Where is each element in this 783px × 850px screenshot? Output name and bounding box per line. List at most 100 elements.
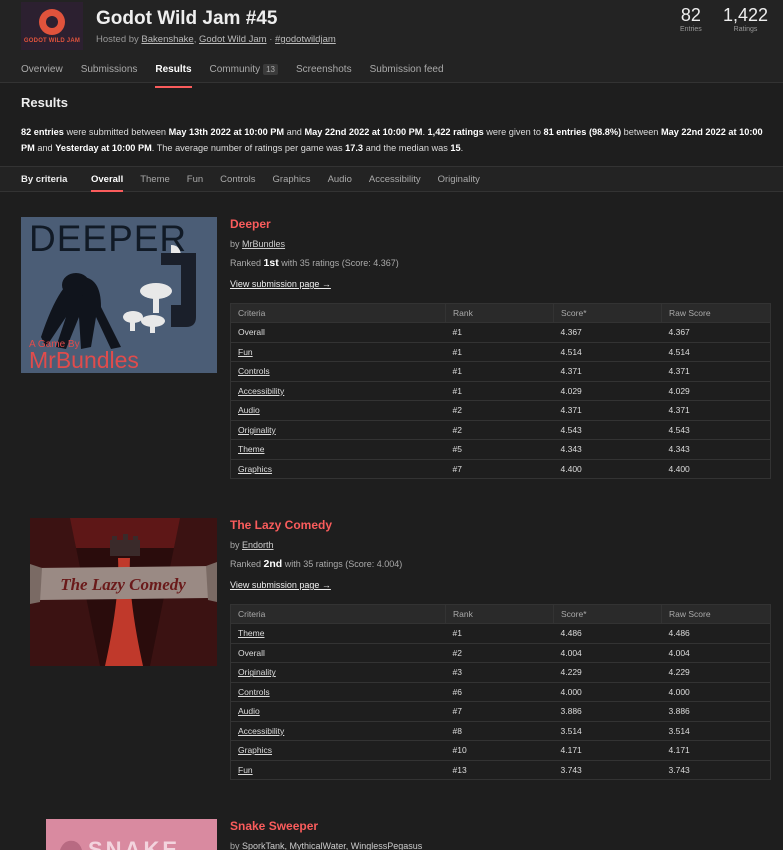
- entries-stat: 82 Entries: [680, 5, 702, 33]
- criteria-tab-audio[interactable]: Audio: [328, 174, 352, 185]
- jam-header: GODOT WILD JAM Godot Wild Jam #45 Hosted…: [0, 0, 783, 88]
- game-thumbnail[interactable]: The Lazy Comedy: [30, 518, 217, 666]
- author-link[interactable]: SporkTank, MythicalWater, WinglessPegasu…: [242, 841, 422, 850]
- criteria-link[interactable]: Audio: [230, 701, 446, 722]
- tab-overview[interactable]: Overview: [21, 64, 63, 82]
- game-title-link[interactable]: Snake Sweeper: [230, 819, 318, 833]
- thumb-title-text: The Lazy Comedy: [60, 575, 186, 594]
- results-summary: 82 entries were submitted between May 13…: [21, 124, 766, 156]
- criteria-link[interactable]: Graphics: [230, 458, 446, 479]
- score-cell: 4.171: [553, 740, 662, 761]
- criteria-link[interactable]: Theme: [230, 439, 446, 460]
- table-row: Accessibility #1 4.029 4.029: [230, 380, 771, 401]
- deeper-cover-art: DEEPER A Game By MrBundles: [21, 217, 217, 373]
- tab-results[interactable]: Results: [155, 64, 192, 88]
- criteria-link[interactable]: Controls: [230, 681, 446, 702]
- game-title-link[interactable]: Deeper: [230, 217, 271, 231]
- score-cell: 4.000: [553, 681, 662, 702]
- ranked-prefix: Ranked: [230, 559, 264, 569]
- game-title-link[interactable]: The Lazy Comedy: [230, 518, 332, 532]
- summary-ratings: 1,422 ratings: [427, 127, 484, 137]
- criteria-tab-theme[interactable]: Theme: [140, 174, 170, 185]
- author-link[interactable]: MrBundles: [242, 239, 285, 249]
- hashtag-link[interactable]: #godotwildjam: [275, 34, 336, 45]
- table-row: Theme #1 4.486 4.486: [230, 623, 771, 644]
- table-row: Controls #6 4.000 4.000: [230, 681, 771, 702]
- view-submission-link[interactable]: View submission page →: [230, 279, 331, 289]
- tab-community[interactable]: Community 13: [210, 64, 278, 82]
- criteria-link[interactable]: Originality: [230, 662, 446, 683]
- by-prefix: by: [230, 540, 243, 550]
- criteria-link[interactable]: Fun: [230, 341, 446, 362]
- tab-submissions[interactable]: Submissions: [81, 64, 138, 82]
- header-score: Score*: [553, 604, 662, 624]
- criteria-link[interactable]: Graphics: [230, 740, 446, 761]
- score-cell: 3.743: [553, 759, 662, 780]
- rank-cell: #1: [445, 623, 554, 644]
- jam-logo[interactable]: GODOT WILD JAM: [21, 2, 83, 50]
- score-cell: 4.004: [553, 642, 662, 663]
- community-count-badge: 13: [263, 64, 278, 75]
- host-link-bakenshake[interactable]: Bakenshake: [141, 34, 193, 45]
- summary-text: . The average number of ratings per game…: [151, 143, 346, 153]
- jam-title[interactable]: Godot Wild Jam #45: [96, 8, 277, 30]
- criteria-link[interactable]: Accessibility: [230, 380, 446, 401]
- game-author-line: by MrBundles: [230, 239, 285, 249]
- author-link[interactable]: Endorth: [242, 540, 274, 550]
- header-rank: Rank: [445, 604, 554, 624]
- table-row: Graphics #7 4.400 4.400: [230, 458, 771, 479]
- table-row: Fun #1 4.514 4.514: [230, 341, 771, 362]
- criteria-link[interactable]: Accessibility: [230, 720, 446, 741]
- rank-cell: #3: [445, 662, 554, 683]
- host-link-godot-wild-jam[interactable]: Godot Wild Jam: [199, 34, 267, 45]
- thumb-author-text: MrBundles: [29, 347, 139, 373]
- ratings-label: Ratings: [733, 26, 758, 33]
- header-score: Score*: [553, 303, 662, 323]
- table-row: Overall #1 4.367 4.367: [230, 322, 771, 343]
- criteria-link[interactable]: Fun: [230, 759, 446, 780]
- game-thumbnail[interactable]: DEEPER A Game By MrBundles: [21, 217, 217, 373]
- criteria-link[interactable]: Controls: [230, 361, 446, 382]
- raw-score-cell: 4.367: [661, 322, 771, 343]
- raw-score-cell: 4.229: [661, 662, 771, 683]
- raw-score-cell: 4.486: [661, 623, 771, 644]
- summary-text: and the median was: [363, 143, 451, 153]
- thumb-title-text: DEEPER: [29, 218, 187, 259]
- criteria-cell: Overall: [230, 322, 446, 343]
- criteria-tab-graphics[interactable]: Graphics: [273, 174, 311, 185]
- hosted-prefix: Hosted by: [96, 34, 142, 45]
- criteria-tab-originality[interactable]: Originality: [438, 174, 480, 185]
- snake-sweeper-cover-art: SNAKE: [46, 819, 217, 850]
- game-thumbnail[interactable]: SNAKE: [46, 819, 217, 850]
- table-row: Controls #1 4.371 4.371: [230, 361, 771, 382]
- summary-entries: 82 entries: [21, 127, 64, 137]
- table-header-row: Criteria Rank Score* Raw Score: [230, 604, 771, 624]
- score-cell: 4.367: [553, 322, 662, 343]
- summary-median: 15: [450, 143, 461, 153]
- score-cell: 4.029: [553, 380, 662, 401]
- raw-score-cell: 3.886: [661, 701, 771, 722]
- table-header-row: Criteria Rank Score* Raw Score: [230, 303, 771, 323]
- criteria-tab-controls[interactable]: Controls: [220, 174, 255, 185]
- criteria-tab-overall[interactable]: Overall: [91, 174, 124, 192]
- jam-nav-tabs: Overview Submissions Results Community 13…: [21, 64, 462, 88]
- lazy-comedy-cover-art: The Lazy Comedy: [30, 518, 217, 666]
- criteria-link[interactable]: Audio: [230, 400, 446, 421]
- view-submission-link[interactable]: View submission page →: [230, 580, 331, 590]
- ranking-table: Criteria Rank Score* Raw Score Overall #1…: [230, 303, 771, 479]
- criteria-tab-accessibility[interactable]: Accessibility: [369, 174, 421, 185]
- summary-text: and: [34, 143, 56, 153]
- criteria-tab-fun[interactable]: Fun: [187, 174, 203, 185]
- tab-submission-feed[interactable]: Submission feed: [370, 64, 444, 82]
- rank-cell: #7: [445, 701, 554, 722]
- score-cell: 4.514: [553, 341, 662, 362]
- raw-score-cell: 3.743: [661, 759, 771, 780]
- table-row: Originality #2 4.543 4.543: [230, 419, 771, 440]
- criteria-link[interactable]: Theme: [230, 623, 446, 644]
- criteria-link[interactable]: Originality: [230, 419, 446, 440]
- by-prefix: by: [230, 841, 243, 850]
- table-row: Theme #5 4.343 4.343: [230, 439, 771, 460]
- raw-score-cell: 4.343: [661, 439, 771, 460]
- by-prefix: by: [230, 239, 243, 249]
- tab-screenshots[interactable]: Screenshots: [296, 64, 352, 82]
